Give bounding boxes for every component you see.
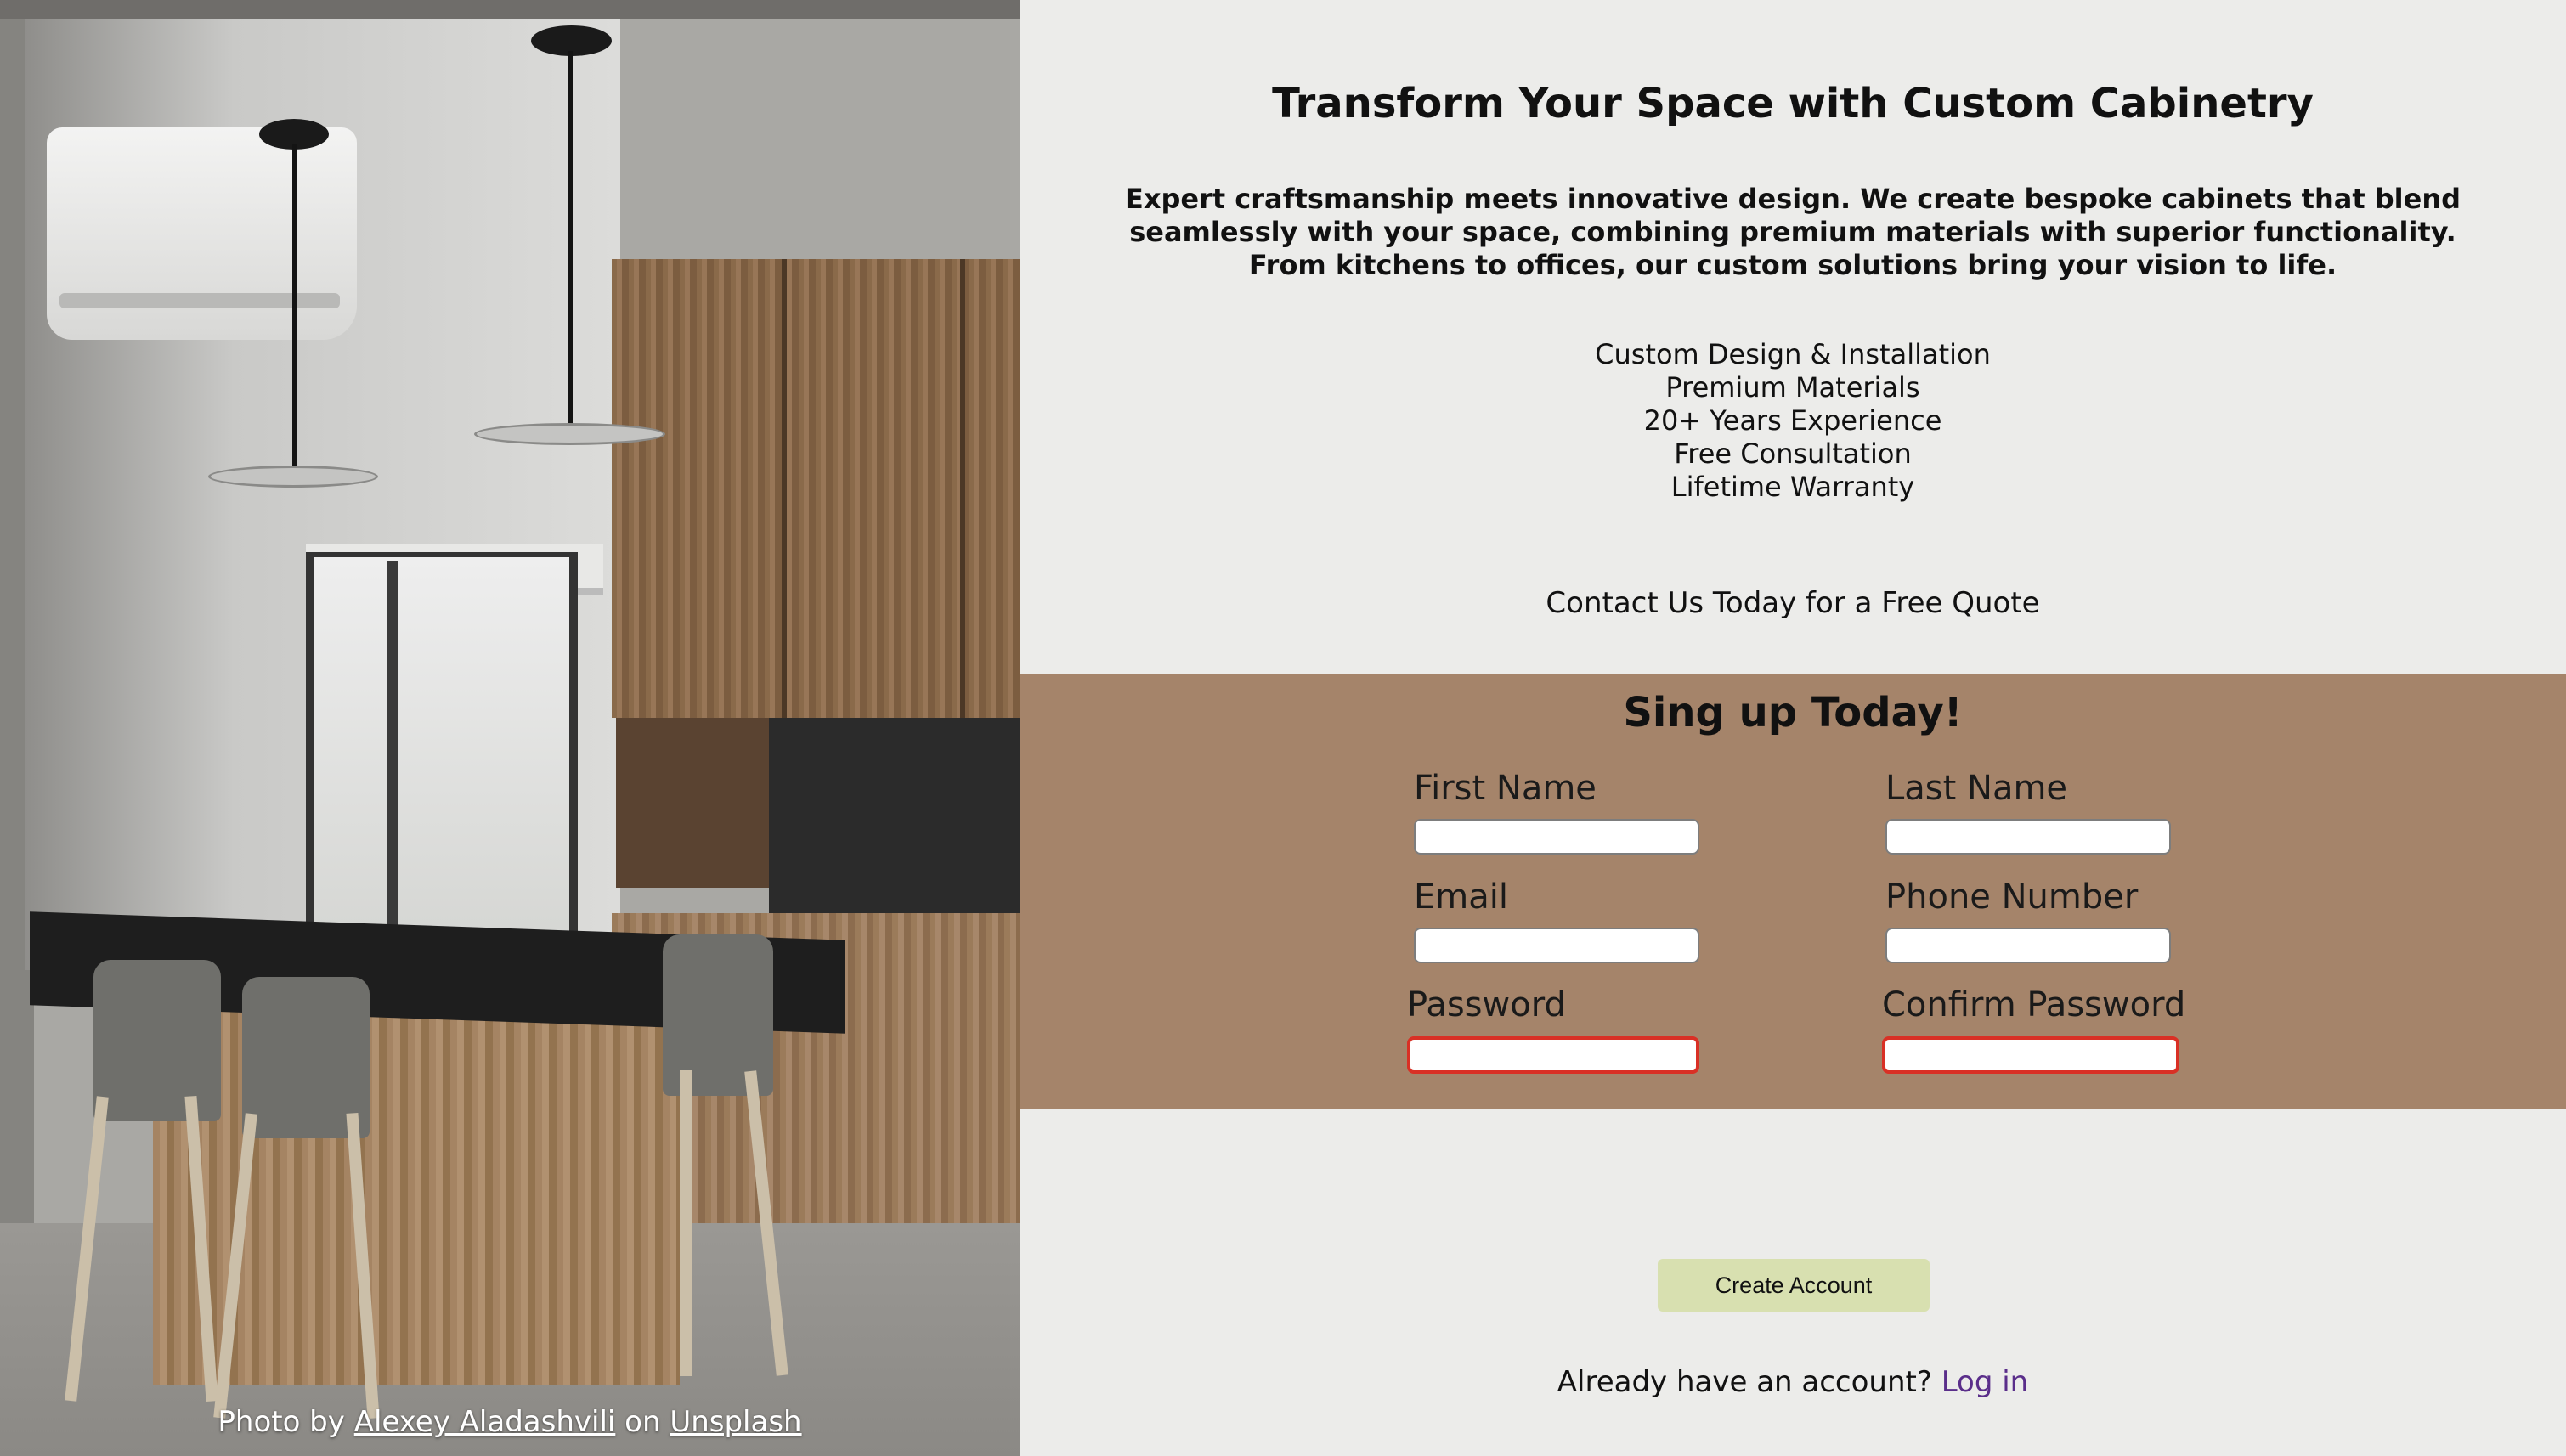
features-list: Custom Design & Installation Premium Mat… <box>1020 338 2566 504</box>
page-title: Transform Your Space with Custom Cabinet… <box>1272 80 2314 127</box>
password-field[interactable] <box>1407 1036 1699 1074</box>
phone-field[interactable] <box>1885 928 2171 963</box>
first-name-field[interactable] <box>1414 819 1699 855</box>
login-prompt-text: Already have an account? <box>1557 1365 1932 1399</box>
feature-item: Lifetime Warranty <box>1670 471 1915 503</box>
password-label: Password <box>1407 985 1566 1024</box>
signup-title: Sing up Today! <box>1623 689 1963 736</box>
email-label: Email <box>1414 878 1508 917</box>
main-content: Transform Your Space with Custom Cabinet… <box>1020 0 2566 1456</box>
login-prompt: Already have an account? Log in <box>1020 1365 2566 1399</box>
email-field[interactable] <box>1414 928 1699 963</box>
feature-item: Custom Design & Installation <box>1595 338 1991 370</box>
signup-form: Sing up Today! First Name Last Name Emai… <box>1020 674 2566 1109</box>
photo-credit: Photo by Alexey Aladashvili on Unsplash <box>0 1405 1020 1456</box>
create-account-button[interactable]: Create Account <box>1658 1259 1930 1312</box>
credit-prefix: Photo by <box>218 1405 345 1439</box>
login-link[interactable]: Log in <box>1941 1365 2029 1399</box>
confirm-password-label: Confirm Password <box>1882 985 2186 1024</box>
page: Photo by Alexey Aladashvili on Unsplash … <box>0 0 2566 1456</box>
feature-item: 20+ Years Experience <box>1643 404 1942 437</box>
feature-item: Premium Materials <box>1665 371 1920 404</box>
first-name-label: First Name <box>1414 769 1597 808</box>
kitchen-photo: Photo by Alexey Aladashvili on Unsplash <box>0 0 1020 1456</box>
last-name-field[interactable] <box>1885 819 2171 855</box>
unsplash-link[interactable]: Unsplash <box>670 1405 801 1439</box>
confirm-password-field[interactable] <box>1882 1036 2179 1074</box>
feature-item: Free Consultation <box>1674 437 1912 470</box>
credit-middle: on <box>625 1405 661 1439</box>
last-name-label: Last Name <box>1885 769 2068 808</box>
phone-label: Phone Number <box>1885 878 2139 917</box>
contact-cta: Contact Us Today for a Free Quote <box>1546 586 2040 620</box>
photographer-link[interactable]: Alexey Aladashvili <box>354 1405 616 1439</box>
intro-paragraph: Expert craftsmanship meets innovative de… <box>1124 183 2461 281</box>
